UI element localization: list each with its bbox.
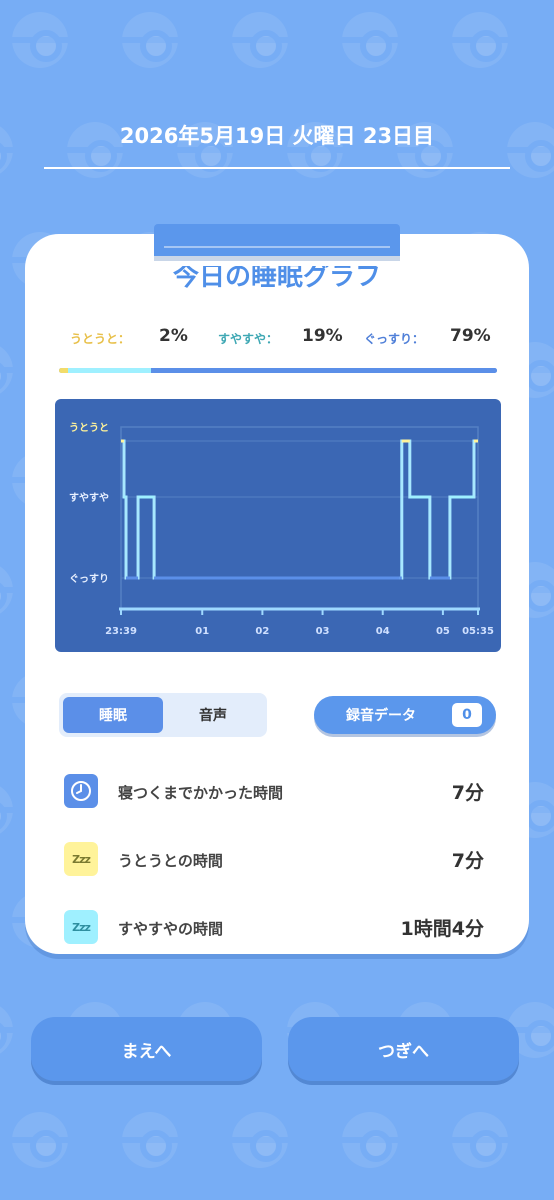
x-tick-label: 01 [195, 626, 209, 637]
prev-button[interactable]: まえへ [31, 1017, 262, 1081]
pokeball-pattern-icon [342, 12, 398, 68]
mode-toggle: 睡眠 音声 [59, 693, 267, 737]
ratio-gussuri [150, 368, 497, 373]
zzz-text: Zzz [72, 920, 91, 934]
sleep-ratio-bar [59, 368, 497, 373]
x-tick-label: 02 [255, 626, 269, 637]
info-label: 寝つくまでかかった時間 [118, 784, 284, 802]
sleep-chart: うとうとすやすやぐっすり 23:39 01 02 03 04 05 05:35 [55, 399, 501, 652]
tab-voice[interactable]: 音声 [163, 697, 263, 733]
pokeball-pattern-icon [452, 1112, 508, 1168]
zzz-text: Zzz [72, 852, 91, 866]
clock-icon [64, 774, 98, 808]
info-value: 7分 [451, 782, 484, 804]
y-axis-label: うとうと [69, 422, 109, 434]
pokeball-pattern-icon [0, 782, 13, 838]
stat-label-gussuri: ぐっすり： [364, 332, 425, 346]
pokeball-pattern-icon [122, 1112, 178, 1168]
divider [44, 167, 510, 169]
stat-label-suyasuya: すやすや： [218, 332, 279, 346]
pokeball-pattern-icon [232, 12, 288, 68]
pokeball-pattern-icon [0, 1002, 13, 1058]
pokeball-pattern-icon [122, 12, 178, 68]
graph-title: 今日の睡眠グラフ [172, 266, 381, 292]
card-tab-shadow [154, 256, 400, 261]
recording-data-button[interactable]: 録音データ 0 [314, 696, 496, 734]
ratio-utouto [59, 368, 68, 373]
stat-label-utouto: うとうと： [70, 332, 131, 346]
sleep-chart-svg: うとうとすやすやぐっすり 23:39 01 02 03 04 05 05:35 [69, 422, 494, 637]
pokeball-pattern-icon [452, 12, 508, 68]
stat-value-gussuri: 79% [450, 326, 491, 346]
next-button[interactable]: つぎへ [288, 1017, 519, 1081]
recording-data-label: 録音データ [346, 708, 416, 724]
info-row-sleep-onset: 寝つくまでかかった時間 7分 [64, 774, 488, 808]
date-title: 2026年5月19日 火曜日 23日目 [119, 124, 435, 148]
info-row-suyasuya: Zzz すやすやの時間 1時間4分 [64, 910, 488, 944]
x-tick-label: 05 [436, 626, 450, 637]
zzz-icon: Zzz [64, 910, 98, 944]
info-value: 7分 [451, 850, 484, 872]
pokeball-pattern-icon [12, 12, 68, 68]
x-tick-label: 23:39 [105, 626, 137, 637]
x-tick-label: 05:35 [462, 626, 494, 637]
pokeball-pattern-icon [12, 1112, 68, 1168]
card-tab-header [154, 224, 400, 258]
tab-sleep[interactable]: 睡眠 [63, 697, 163, 733]
info-row-utouto: Zzz うとうとの時間 7分 [64, 842, 488, 876]
chart-frame [120, 426, 479, 610]
sleep-stats: うとうと： 2% すやすや： 19% ぐっすり： 79% [0, 325, 554, 351]
sleep-series-line [121, 439, 478, 580]
y-axis-label: ぐっすり [69, 573, 109, 585]
recording-count-badge: 0 [452, 703, 482, 727]
stat-value-utouto: 2% [159, 326, 188, 346]
info-label: うとうとの時間 [118, 852, 223, 870]
pokeball-pattern-icon [232, 1112, 288, 1168]
pokeball-pattern-icon [342, 1112, 398, 1168]
y-axis-label: すやすや [69, 492, 109, 504]
info-label: すやすやの時間 [118, 920, 224, 938]
x-tick-label: 04 [376, 626, 390, 637]
info-value: 1時間4分 [400, 918, 484, 940]
stat-value-suyasuya: 19% [302, 326, 343, 346]
ratio-suyasuya [67, 368, 151, 373]
zzz-icon: Zzz [64, 842, 98, 876]
pokeball-pattern-icon [0, 562, 13, 618]
x-tick-label: 03 [316, 626, 330, 637]
